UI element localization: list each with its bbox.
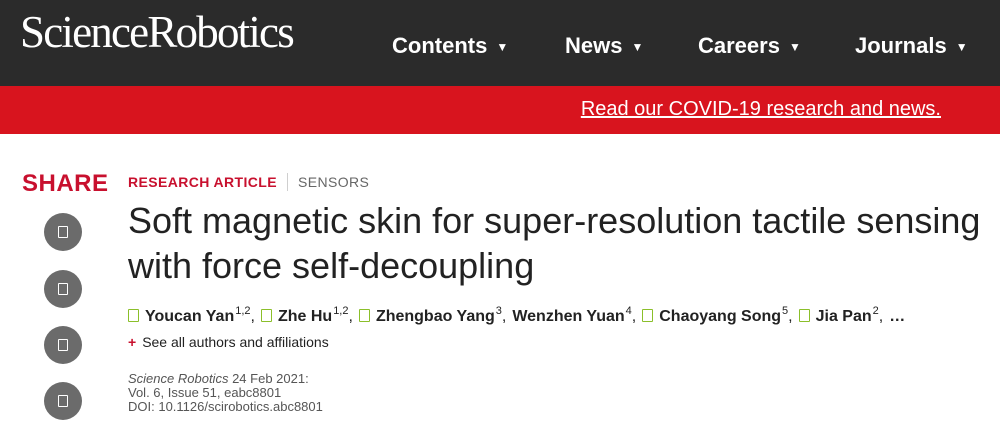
article-meta: RESEARCH ARTICLE SENSORS: [128, 173, 369, 191]
author-item[interactable]: Zhe Hu 1,2: [260, 305, 349, 326]
nav-news[interactable]: News ▼: [565, 33, 643, 59]
covid-link[interactable]: Read our COVID-19 research and news.: [581, 98, 941, 121]
orcid-icon: [260, 309, 272, 322]
orcid-icon: [128, 309, 139, 322]
nav-journals[interactable]: Journals ▼: [855, 33, 968, 59]
author-item[interactable]: Wenzhen Yuan 4: [512, 305, 632, 326]
nav-careers[interactable]: Careers ▼: [698, 33, 801, 59]
caret-down-icon: ▼: [788, 40, 801, 54]
author-item[interactable]: Youcan Yan 1,2: [128, 305, 251, 326]
nav-label: Journals: [855, 33, 947, 58]
article-subject[interactable]: SENSORS: [298, 174, 369, 190]
citation-date: 24 Feb 2021:: [232, 371, 309, 386]
citation-line-1: Science Robotics 24 Feb 2021:: [128, 372, 323, 386]
author-separator: ,: [788, 308, 793, 325]
citation-block: Science Robotics 24 Feb 2021: Vol. 6, Is…: [128, 372, 323, 414]
citation-doi[interactable]: DOI: 10.1126/scirobotics.abc8801: [128, 400, 323, 414]
meta-divider: [287, 173, 288, 191]
share-button-2[interactable]: [44, 270, 82, 308]
author-separator: ,: [501, 308, 507, 325]
see-all-label: See all authors and affiliations: [142, 334, 329, 350]
author-affiliation: 3: [495, 305, 502, 317]
author-separator: ,: [348, 308, 353, 325]
article-type[interactable]: RESEARCH ARTICLE: [128, 174, 277, 190]
share-title: SHARE: [22, 170, 109, 197]
author-name: Zhengbao Yang: [375, 308, 495, 325]
nav-contents[interactable]: Contents ▼: [392, 33, 508, 59]
covid-banner: Read our COVID-19 research and news.: [0, 86, 1000, 134]
author-affiliation: 4: [625, 305, 632, 317]
nav-label: News: [565, 33, 623, 58]
author-name: Jia Pan: [815, 308, 872, 325]
nav-label: Contents: [392, 33, 488, 58]
author-affiliation: 1,2: [333, 305, 349, 317]
share-icon: [58, 395, 68, 407]
author-name: Youcan Yan: [145, 308, 235, 325]
authors-more[interactable]: …: [889, 308, 905, 326]
author-list: Youcan Yan 1,2 , Zhe Hu 1,2 , Zhengbao Yan…: [128, 305, 905, 326]
share-button-1[interactable]: [44, 213, 82, 251]
author-item[interactable]: Jia Pan 2: [798, 305, 879, 326]
citation-journal: Science Robotics: [128, 371, 229, 386]
caret-down-icon: ▼: [631, 40, 644, 54]
citation-volume: Vol. 6, Issue 51, eabc8801: [128, 385, 282, 400]
nav-label: Careers: [698, 33, 780, 58]
caret-down-icon: ▼: [955, 40, 968, 54]
see-all-authors-link[interactable]: + See all authors and affiliations: [128, 334, 329, 350]
article-title: Soft magnetic skin for super-resolution …: [128, 200, 981, 286]
site-logo[interactable]: ScienceRobotics: [20, 6, 295, 58]
orcid-icon: [798, 309, 810, 322]
author-affiliation: 5: [782, 305, 789, 317]
share-button-3[interactable]: [44, 326, 82, 364]
share-button-4[interactable]: [44, 382, 82, 420]
share-icon: [58, 339, 68, 351]
logo-robotics: Robotics: [147, 7, 294, 57]
share-icon: [58, 226, 68, 238]
author-name: Chaoyang Song: [659, 308, 782, 325]
orcid-icon: [642, 309, 654, 322]
orcid-icon: [358, 309, 370, 322]
author-name: Wenzhen Yuan: [512, 308, 625, 325]
share-icon: [58, 283, 68, 295]
site-header: ScienceRobotics Contents ▼ News ▼ Career…: [0, 0, 1000, 86]
plus-icon: +: [128, 334, 137, 350]
author-item[interactable]: Chaoyang Song 5: [642, 305, 789, 326]
author-name: Zhe Hu: [277, 308, 333, 325]
logo-science: Science: [20, 7, 149, 57]
author-separator: ,: [878, 308, 884, 325]
author-item[interactable]: Zhengbao Yang 3: [358, 305, 502, 326]
author-separator: ,: [631, 308, 637, 325]
author-affiliation: 1,2: [235, 305, 251, 317]
author-affiliation: 2: [872, 305, 879, 317]
author-separator: ,: [250, 308, 255, 325]
caret-down-icon: ▼: [496, 40, 509, 54]
